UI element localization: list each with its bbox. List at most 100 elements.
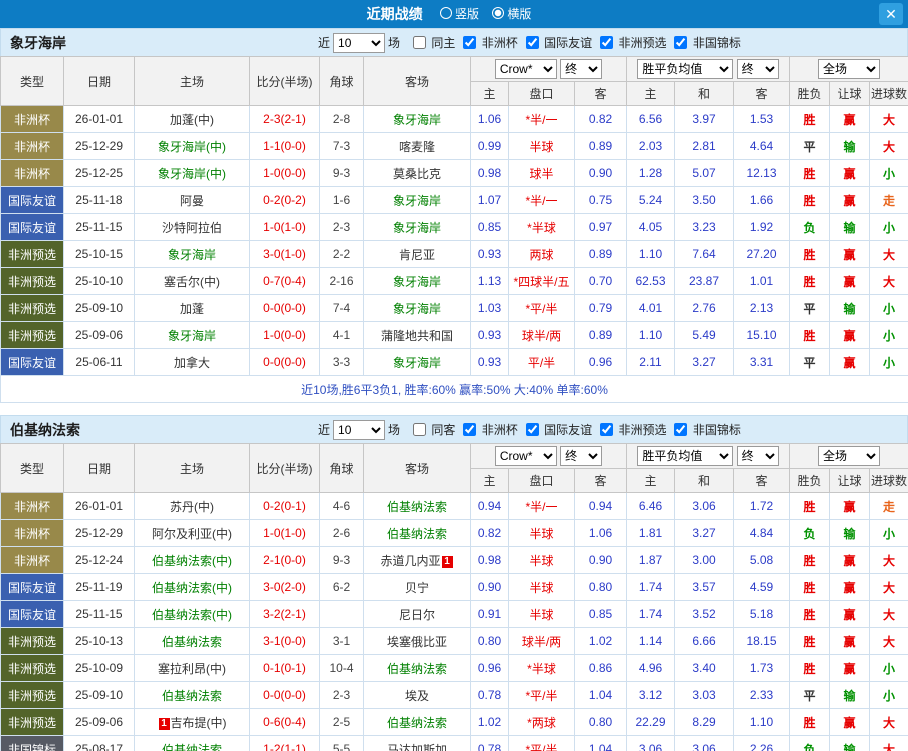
win-avg-odds: 1.74 bbox=[626, 600, 675, 628]
friendly-checkbox[interactable] bbox=[525, 423, 539, 436]
draw-avg-odds: 3.27 bbox=[674, 348, 734, 376]
match-date: 25-10-13 bbox=[63, 627, 135, 655]
away-handicap-odds: 0.86 bbox=[574, 654, 627, 682]
chan-checkbox[interactable] bbox=[674, 423, 688, 436]
layout-vertical-option[interactable]: 竖版 bbox=[439, 5, 479, 22]
wdl-avg-select[interactable]: 胜平负均值 bbox=[637, 59, 734, 79]
recent-count-select[interactable]: 10 bbox=[333, 32, 386, 53]
col-header-date: 日期 bbox=[63, 56, 135, 106]
lose-avg-odds: 5.18 bbox=[732, 600, 791, 628]
match-scope-select[interactable]: 全场 bbox=[818, 446, 881, 466]
odds-source-select[interactable]: Crow* bbox=[494, 59, 557, 79]
away-handicap-odds: 0.75 bbox=[574, 186, 627, 214]
chan-checkbox[interactable] bbox=[674, 36, 688, 49]
goals-result: 大 bbox=[869, 240, 908, 268]
competition-filter-friendly[interactable]: 国际友谊 bbox=[525, 34, 592, 51]
close-button[interactable]: ✕ bbox=[879, 3, 903, 25]
match-date: 25-12-24 bbox=[63, 546, 135, 574]
subcol-away-odds: 客 bbox=[574, 468, 627, 493]
goals-result: 大 bbox=[869, 267, 908, 295]
team-label: 马达加斯加 bbox=[386, 742, 447, 751]
subcol-win-avg: 主 bbox=[626, 81, 675, 106]
wdl-avg-select[interactable]: 胜平负均值 bbox=[637, 446, 734, 466]
match-scope-select[interactable]: 全场 bbox=[818, 59, 881, 79]
win-avg-odds: 1.87 bbox=[626, 546, 675, 574]
same-venue-checkbox[interactable] bbox=[413, 36, 427, 49]
lose-avg-odds: 1.53 bbox=[732, 105, 791, 133]
odds-stage-select[interactable]: 终 bbox=[560, 59, 603, 79]
match-score: 3-0(1-0) bbox=[249, 240, 320, 268]
team-label: 加蓬 bbox=[179, 301, 204, 316]
match-row: 国际友谊 25-11-15 沙特阿拉伯 1-0(1-0) 2-3 象牙海岸 0.85 *半球 0… bbox=[0, 213, 908, 241]
handicap-line: *半/一 bbox=[508, 186, 575, 214]
wdl-stage-select[interactable]: 终 bbox=[736, 446, 779, 466]
col-header-type: 类型 bbox=[0, 443, 64, 493]
lose-avg-odds: 1.01 bbox=[732, 267, 791, 295]
competition-filter-chan[interactable]: 非国锦标 bbox=[674, 421, 741, 438]
match-row: 非洲杯 25-12-29 象牙海岸(中) 1-1(0-0) 7-3 喀麦隆 0.99 半球 0.… bbox=[0, 132, 908, 160]
home-handicap-odds: 0.91 bbox=[470, 600, 509, 628]
afc-checkbox[interactable] bbox=[463, 36, 477, 49]
team-label: 尼日尔 bbox=[398, 607, 435, 622]
match-row: 非洲杯 25-12-24 伯基纳法索(中) 2-1(0-0) 9-3 赤道几内亚 1 0.98… bbox=[0, 546, 908, 574]
wdl-avg-group-header: 胜平负均值 终 bbox=[625, 443, 791, 469]
match-row: 非洲预选 25-10-13 伯基纳法索 3-1(0-0) 3-1 埃塞俄比亚 0.80 球半/… bbox=[0, 627, 908, 655]
goals-result: 大 bbox=[869, 105, 908, 133]
matches-body: 非洲杯 26-01-01 苏丹(中) 0-2(0-1) 4-6 伯基纳法索 0.94 *半/一… bbox=[0, 492, 908, 751]
match-date: 26-01-01 bbox=[63, 105, 135, 133]
same-venue-filter[interactable]: 同客 bbox=[413, 421, 455, 438]
wdl-stage-select[interactable]: 终 bbox=[736, 59, 779, 79]
subcol-handicap: 盘口 bbox=[508, 468, 575, 493]
wdl-result: 平 bbox=[789, 132, 831, 160]
competition-filter-friendly[interactable]: 国际友谊 bbox=[525, 421, 592, 438]
afc-label: 非洲杯 bbox=[481, 423, 518, 437]
team-label: 伯基纳法索(中) bbox=[152, 553, 232, 568]
away-team: 伯基纳法索 bbox=[363, 492, 471, 520]
friendly-checkbox[interactable] bbox=[525, 36, 539, 49]
section-header: 象牙海岸 近 10 场 同主 非洲杯 国际友谊 非洲预选 非国锦标 bbox=[0, 28, 908, 56]
corner-score: 9-3 bbox=[319, 159, 364, 187]
team-label: 沙特阿拉伯 bbox=[161, 220, 222, 235]
competition-filter-qualifier[interactable]: 非洲预选 bbox=[600, 34, 666, 51]
away-handicap-odds: 0.85 bbox=[574, 600, 627, 628]
match-date: 25-12-25 bbox=[63, 159, 135, 187]
home-team: 象牙海岸 bbox=[134, 321, 250, 349]
home-handicap-odds: 0.82 bbox=[470, 519, 509, 547]
draw-avg-odds: 3.50 bbox=[674, 186, 734, 214]
away-team: 伯基纳法索 bbox=[363, 654, 471, 682]
lose-avg-odds: 1.72 bbox=[732, 492, 791, 520]
handicap-line: *四球半/五 bbox=[508, 267, 575, 295]
competition-filter-afc[interactable]: 非洲杯 bbox=[463, 34, 518, 51]
same-venue-checkbox[interactable] bbox=[413, 423, 427, 436]
handicap-result: 赢 bbox=[829, 492, 871, 520]
afc-checkbox[interactable] bbox=[463, 423, 477, 436]
competition-filter-qualifier[interactable]: 非洲预选 bbox=[600, 421, 666, 438]
competition-filter-afc[interactable]: 非洲杯 bbox=[463, 421, 518, 438]
qualifier-checkbox[interactable] bbox=[600, 423, 614, 436]
draw-avg-odds: 7.64 bbox=[674, 240, 734, 268]
team-label: 伯基纳法索 bbox=[386, 526, 447, 541]
team-label: 象牙海岸 bbox=[392, 112, 441, 127]
subcol-lose-avg: 客 bbox=[732, 81, 791, 106]
competition-type-badge: 非洲预选 bbox=[0, 627, 64, 655]
handicap-line: *平/半 bbox=[508, 681, 575, 709]
away-handicap-odds: 0.90 bbox=[574, 546, 627, 574]
vertical-layout-radio[interactable] bbox=[439, 7, 452, 19]
competition-filter-chan[interactable]: 非国锦标 bbox=[674, 34, 741, 51]
qualifier-checkbox[interactable] bbox=[600, 36, 614, 49]
goals-result: 小 bbox=[869, 294, 908, 322]
match-score: 1-1(0-0) bbox=[249, 132, 320, 160]
subcol-draw-avg: 和 bbox=[674, 81, 734, 106]
handicap-result: 输 bbox=[829, 294, 871, 322]
home-team: 阿曼 bbox=[134, 186, 250, 214]
odds-source-select[interactable]: Crow* bbox=[494, 446, 557, 466]
layout-horizontal-option[interactable]: 横版 bbox=[492, 5, 531, 22]
home-team: 加蓬(中) bbox=[134, 105, 250, 133]
corner-score: 4-6 bbox=[319, 492, 364, 520]
recent-count-select[interactable]: 10 bbox=[333, 419, 386, 440]
horizontal-layout-radio[interactable] bbox=[492, 7, 505, 19]
odds-stage-select[interactable]: 终 bbox=[560, 446, 603, 466]
same-venue-filter[interactable]: 同主 bbox=[413, 34, 455, 51]
lose-avg-odds: 1.10 bbox=[732, 708, 791, 736]
match-score: 1-0(0-0) bbox=[249, 159, 320, 187]
